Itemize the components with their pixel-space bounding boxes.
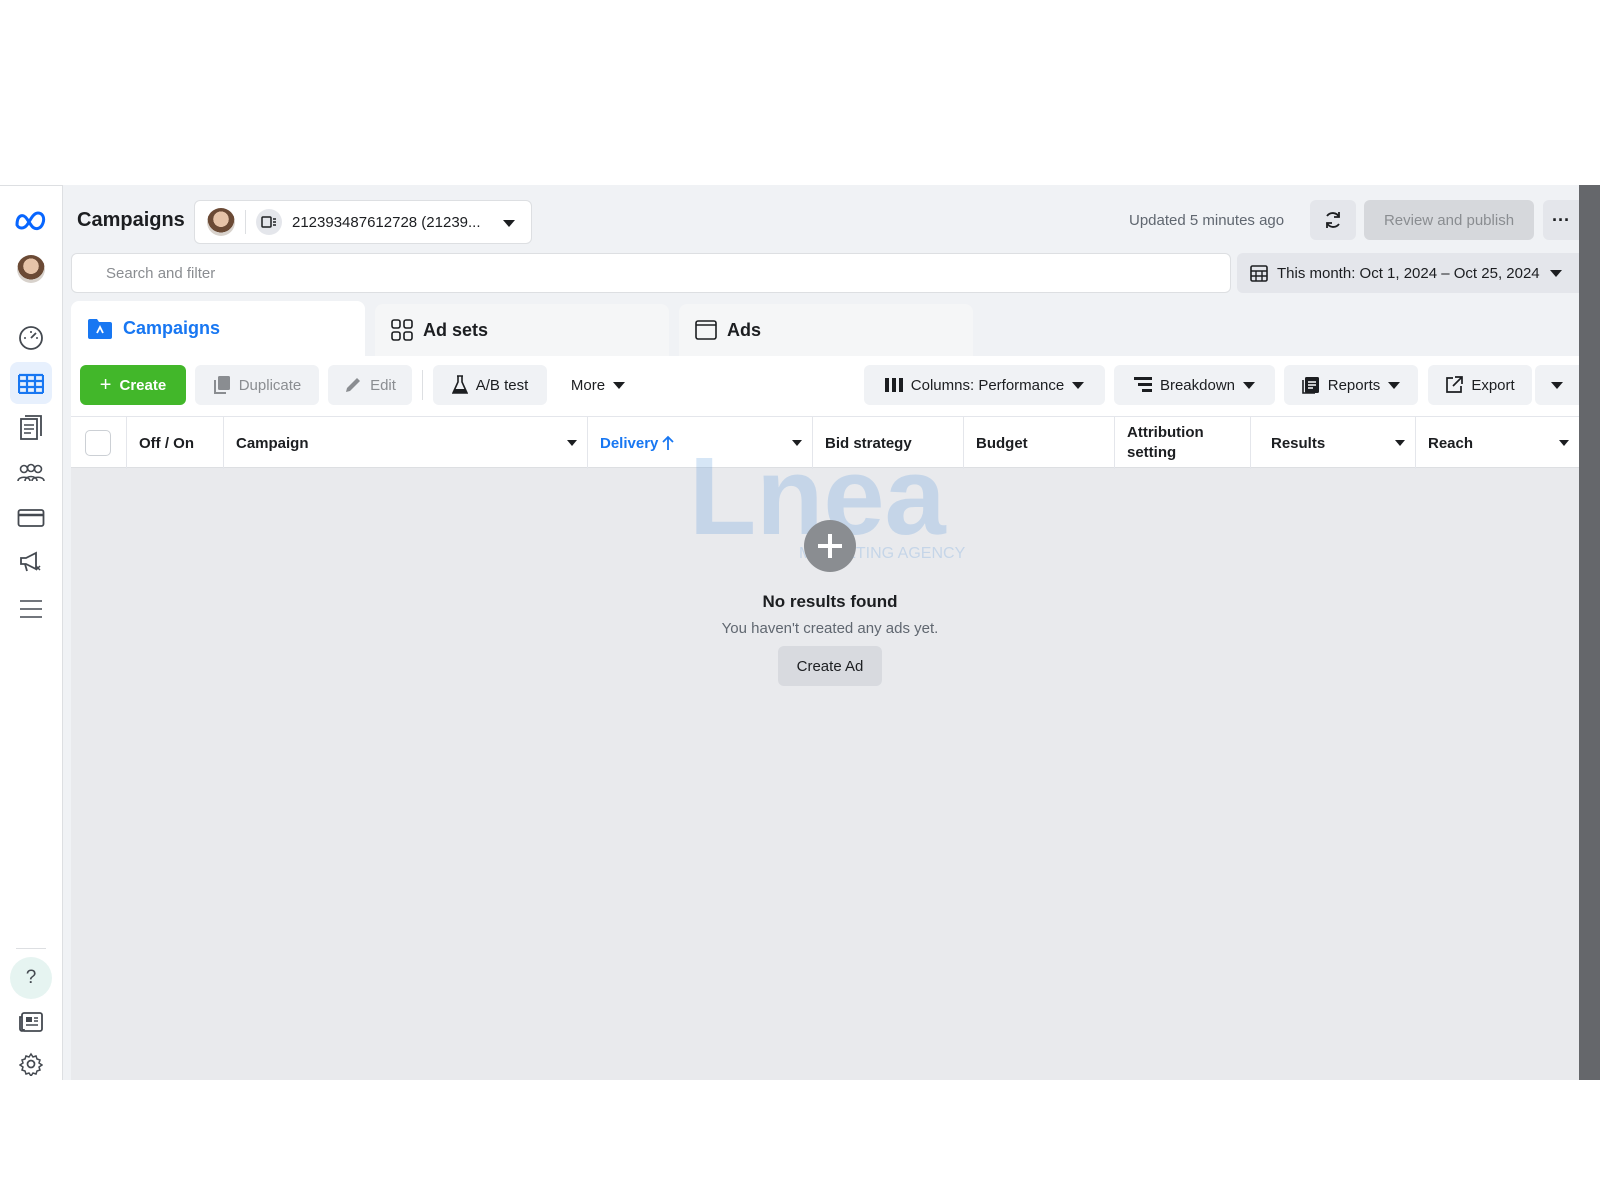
- table-header: Off / On Campaign Delivery Bid strategy …: [71, 416, 1579, 469]
- select-all-cell: [71, 417, 126, 469]
- billing-icon[interactable]: [10, 497, 52, 539]
- folder-icon: [87, 318, 113, 340]
- ad-account-icon: [256, 209, 282, 235]
- column-budget[interactable]: Budget: [963, 417, 1114, 469]
- more-label: More: [570, 376, 606, 394]
- toolbar: + Create Duplicate Edit A/B test More Co…: [71, 356, 1579, 416]
- column-results[interactable]: Results: [1250, 417, 1415, 469]
- chevron-down-icon[interactable]: [1395, 440, 1405, 446]
- menu-icon[interactable]: [10, 588, 52, 630]
- news-icon[interactable]: [10, 1001, 52, 1043]
- refresh-button[interactable]: [1310, 200, 1356, 240]
- column-off-on[interactable]: Off / On: [126, 417, 223, 469]
- export-icon: [1446, 376, 1464, 393]
- reports-label: Reports: [1327, 376, 1381, 394]
- dashboard-icon[interactable]: [10, 317, 52, 359]
- last-updated-text: Updated 5 minutes ago: [1129, 212, 1285, 229]
- export-options-button[interactable]: [1535, 365, 1579, 405]
- reports-icon: [1301, 377, 1319, 394]
- select-all-checkbox[interactable]: [85, 430, 111, 456]
- sort-ascending-icon: [662, 435, 675, 450]
- column-campaign[interactable]: Campaign: [223, 417, 587, 469]
- chevron-down-icon[interactable]: [567, 440, 577, 446]
- breakdown-icon: [1133, 377, 1152, 392]
- column-reach[interactable]: Reach: [1415, 417, 1579, 469]
- left-nav-rail: ?: [0, 185, 63, 1080]
- ad-account-id: 212393487612728 (21239...: [292, 213, 481, 231]
- duplicate-button[interactable]: Duplicate: [195, 365, 319, 405]
- chevron-down-icon: [613, 381, 626, 389]
- chevron-down-icon: [1243, 381, 1256, 389]
- grid-icon: [391, 319, 413, 341]
- column-label: Delivery: [600, 434, 659, 452]
- export-button[interactable]: Export: [1428, 365, 1532, 405]
- review-and-publish-button[interactable]: Review and publish: [1364, 200, 1534, 240]
- column-label: Reach: [1428, 434, 1474, 452]
- plus-icon: +: [99, 373, 112, 396]
- rail-divider: [16, 948, 46, 949]
- column-attribution-setting[interactable]: Attribution setting: [1114, 417, 1250, 469]
- ab-test-label: A/B test: [475, 376, 529, 394]
- chevron-down-icon: [503, 220, 515, 227]
- empty-state-subtitle: You haven't created any ads yet.: [721, 620, 939, 637]
- breakdown-label: Breakdown: [1159, 376, 1236, 394]
- pages-icon[interactable]: [10, 407, 52, 449]
- column-delivery[interactable]: Delivery: [587, 417, 812, 469]
- chevron-down-icon[interactable]: [1559, 440, 1569, 446]
- tab-ad-sets[interactable]: Ad sets: [375, 304, 669, 356]
- chevron-down-icon: [1549, 269, 1562, 277]
- create-label: Create: [119, 376, 167, 394]
- date-range-label: This month: Oct 1, 2024 – Oct 25, 2024: [1277, 264, 1540, 282]
- add-circle-icon: [804, 520, 856, 572]
- search-input[interactable]: Search and filter: [71, 253, 1231, 293]
- export-label: Export: [1471, 376, 1515, 394]
- page-title: Campaigns: [77, 209, 185, 231]
- tab-ads[interactable]: Ads: [679, 304, 973, 356]
- breakdown-button[interactable]: Breakdown: [1114, 365, 1275, 405]
- more-button[interactable]: More: [556, 365, 640, 405]
- create-ad-button[interactable]: Create Ad: [778, 646, 882, 686]
- meta-logo-icon[interactable]: [10, 200, 52, 242]
- calendar-icon: [1250, 265, 1268, 282]
- columns-button[interactable]: Columns: Performance: [864, 365, 1105, 405]
- account-avatar: [207, 208, 235, 236]
- duplicate-label: Duplicate: [238, 376, 302, 394]
- chevron-down-icon[interactable]: [792, 440, 802, 446]
- chevron-down-icon: [1551, 381, 1563, 389]
- columns-icon: [884, 378, 903, 392]
- profile-avatar[interactable]: [10, 248, 52, 290]
- ads-icon[interactable]: [10, 541, 52, 583]
- chevron-down-icon: [1072, 381, 1085, 389]
- ad-account-selector[interactable]: 212393487612728 (21239...: [194, 200, 532, 244]
- reports-button[interactable]: Reports: [1284, 365, 1418, 405]
- empty-state-title: No results found: [762, 592, 898, 611]
- tab-label: Ad sets: [423, 319, 489, 340]
- campaigns-panel: + Create Duplicate Edit A/B test More Co…: [71, 356, 1579, 1080]
- more-options-button[interactable]: ···: [1543, 200, 1579, 240]
- ads-manager: ? Campaigns 212393487612728 (21239... Up…: [0, 185, 1600, 1080]
- refresh-icon: [1326, 212, 1340, 228]
- column-bid-strategy[interactable]: Bid strategy: [812, 417, 963, 469]
- tab-label: Campaigns: [123, 318, 221, 338]
- chevron-down-icon: [1388, 381, 1401, 389]
- columns-label: Columns: Performance: [910, 376, 1065, 394]
- edit-label: Edit: [370, 376, 396, 394]
- audiences-icon[interactable]: [10, 452, 52, 494]
- tab-campaigns[interactable]: Campaigns: [71, 301, 365, 356]
- column-label: Campaign: [236, 434, 309, 452]
- settings-icon[interactable]: [10, 1043, 52, 1085]
- duplicate-icon: [213, 376, 230, 394]
- tab-label: Ads: [727, 319, 762, 340]
- ad-window-icon: [695, 320, 717, 340]
- column-label: Results: [1271, 434, 1326, 452]
- pencil-icon: [346, 378, 361, 392]
- edit-button[interactable]: Edit: [328, 365, 412, 405]
- campaigns-table-icon[interactable]: [10, 362, 52, 404]
- ab-test-button[interactable]: A/B test: [433, 365, 547, 405]
- date-range-picker[interactable]: This month: Oct 1, 2024 – Oct 25, 2024: [1237, 253, 1579, 293]
- help-icon[interactable]: ?: [10, 957, 52, 999]
- create-button[interactable]: + Create: [80, 365, 186, 405]
- flask-icon: [451, 375, 468, 394]
